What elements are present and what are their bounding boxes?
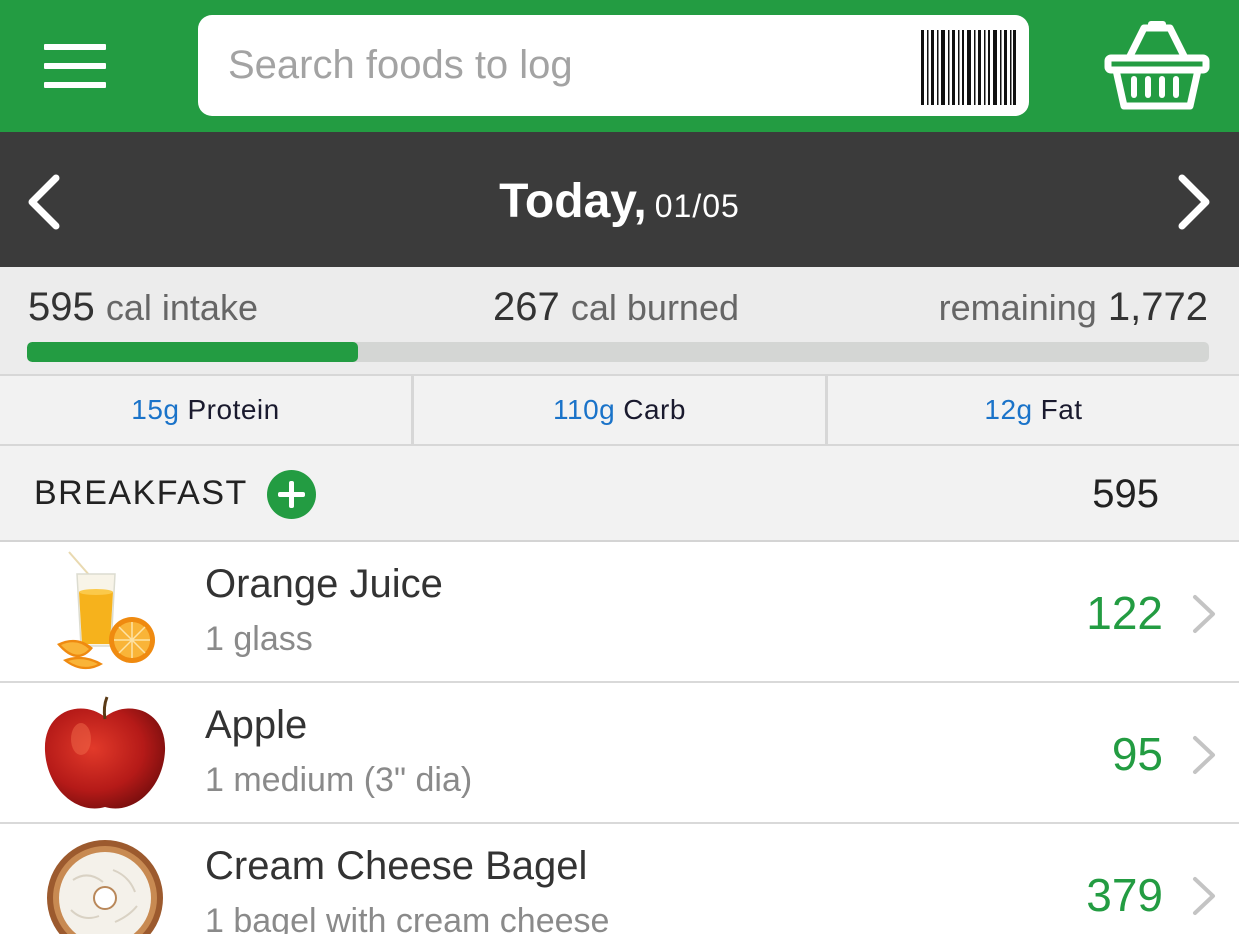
date-label: Today, — [499, 175, 647, 228]
chevron-right-icon — [1193, 877, 1215, 915]
food-calories: 122 — [1086, 587, 1163, 639]
menu-icon[interactable] — [44, 44, 106, 88]
meal-name: BREAKFAST — [34, 474, 248, 512]
top-bar — [0, 0, 1239, 132]
remaining-value: 1,772 — [1107, 285, 1208, 329]
intake-label: cal intake — [105, 287, 258, 328]
calorie-progress-fill — [27, 342, 358, 362]
burned-value: 267 — [493, 285, 560, 329]
date-value: 01/05 — [654, 188, 740, 224]
food-row-apple[interactable]: Apple 1 medium (3" dia) 95 — [0, 683, 1239, 824]
food-row-orange-juice[interactable]: Orange Juice 1 glass 122 — [0, 542, 1239, 683]
menu-line — [44, 63, 106, 69]
bagel-image — [43, 830, 167, 934]
chevron-right-icon — [1193, 736, 1215, 774]
apple-image — [43, 689, 167, 817]
food-serving: 1 medium (3" dia) — [205, 761, 473, 799]
burned-label: cal burned — [570, 287, 739, 328]
macro-protein[interactable]: 15g Protein — [0, 376, 414, 444]
search-input[interactable] — [228, 35, 898, 95]
food-row-cream-cheese-bagel[interactable]: Cream Cheese Bagel 1 bagel with cream ch… — [0, 824, 1239, 934]
orange-juice-image — [43, 548, 167, 676]
add-food-button[interactable] — [267, 470, 316, 519]
macro-summary: 15g Protein 110g Carb 12g Fat — [0, 374, 1239, 446]
calorie-remaining: remaining 1,772 — [939, 285, 1208, 330]
macro-fat[interactable]: 12g Fat — [828, 376, 1239, 444]
calorie-progress-bar — [27, 342, 1209, 362]
food-name: Orange Juice — [205, 562, 443, 606]
remaining-label: remaining — [938, 287, 1097, 328]
chevron-right-icon — [1193, 595, 1215, 633]
meal-header-breakfast: BREAKFAST 595 — [0, 446, 1239, 542]
macro-label: Protein — [187, 394, 280, 425]
macro-carb[interactable]: 110g Carb — [414, 376, 828, 444]
date-title: Today, 01/05 — [0, 174, 1239, 229]
macro-amount: 15g — [131, 394, 180, 425]
macro-amount: 12g — [984, 394, 1033, 425]
food-name: Apple — [205, 703, 308, 747]
food-serving: 1 bagel with cream cheese — [205, 902, 610, 934]
macro-amount: 110g — [553, 394, 616, 425]
calorie-burned: 267 cal burned — [493, 285, 739, 330]
date-bar: Today, 01/05 — [0, 132, 1239, 267]
menu-line — [44, 82, 106, 88]
intake-value: 595 — [28, 285, 95, 329]
basket-icon[interactable] — [1104, 18, 1210, 113]
food-name: Cream Cheese Bagel — [205, 844, 588, 888]
food-calories: 379 — [1086, 869, 1163, 921]
macro-label: Carb — [623, 394, 686, 425]
food-serving: 1 glass — [205, 620, 313, 658]
menu-line — [44, 44, 106, 50]
macro-label: Fat — [1040, 394, 1083, 425]
barcode-icon[interactable] — [919, 30, 1017, 105]
calorie-summary: 595 cal intake 267 cal burned remaining … — [0, 267, 1239, 374]
calorie-intake: 595 cal intake — [28, 285, 258, 330]
meal-total-calories: 595 — [1092, 472, 1159, 516]
search-box — [198, 15, 1029, 116]
chevron-right-icon[interactable] — [1174, 174, 1214, 230]
food-calories: 95 — [1111, 728, 1163, 780]
